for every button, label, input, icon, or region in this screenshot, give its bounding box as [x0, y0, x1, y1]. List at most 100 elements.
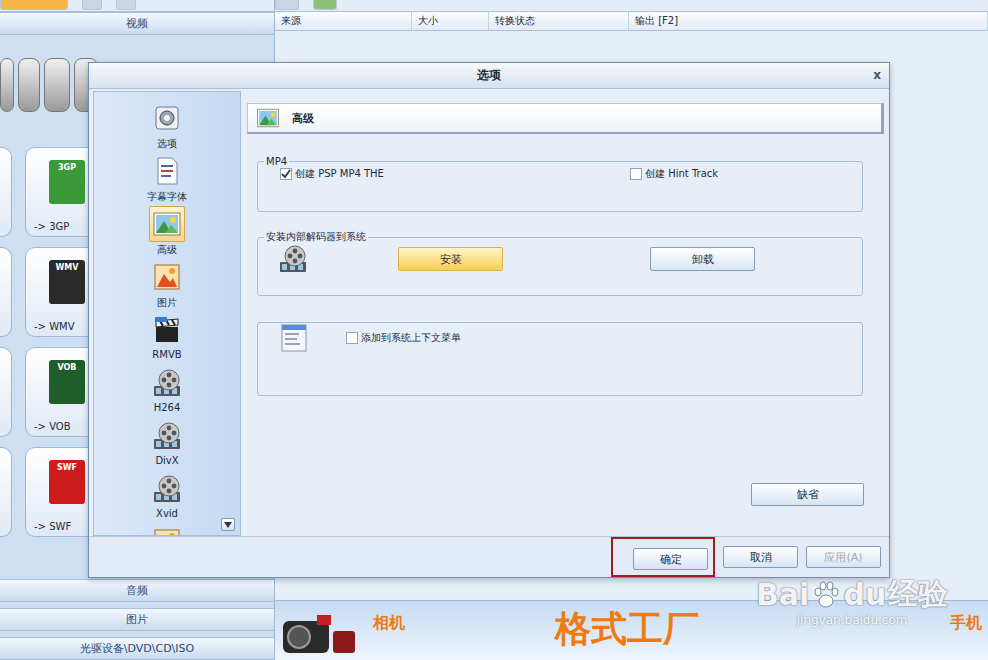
- dialog-title: 选项: [477, 67, 501, 84]
- nav-item[interactable]: 高级: [149, 206, 185, 259]
- options-nav: 选项字幕字体高级图片 RMVB H264 DivX Xvid: [93, 91, 241, 536]
- device-icon[interactable]: [44, 58, 70, 112]
- toolbar-button[interactable]: [0, 0, 68, 10]
- footer-button[interactable]: 取消: [723, 546, 798, 568]
- toolbar-button[interactable]: [313, 0, 337, 10]
- film-reel-icon: [278, 244, 308, 274]
- nav-icon-frame: [149, 471, 185, 507]
- nav-item[interactable]: H264: [149, 365, 185, 418]
- close-button[interactable]: x: [873, 68, 881, 82]
- toolbar-button[interactable]: [275, 0, 299, 10]
- format-tile[interactable]: [0, 147, 12, 237]
- device-icon[interactable]: [18, 58, 40, 112]
- clapper-icon: [152, 315, 182, 345]
- codec-button[interactable]: 安装: [398, 247, 503, 271]
- format-label: -> SWF: [34, 521, 71, 532]
- nav-label: Xvid: [156, 508, 178, 519]
- nav-item[interactable]: [149, 524, 185, 536]
- format-label: -> 3GP: [34, 221, 69, 232]
- options-icon: [152, 103, 182, 133]
- paw-icon: [811, 580, 841, 610]
- mp4-group: MP4创建 PSP MP4 THE创建 Hint Track: [257, 156, 863, 212]
- category-list: 音频图片光驱设备\DVD\CD\ISO: [0, 579, 274, 660]
- nav-item[interactable]: RMVB: [149, 312, 185, 365]
- banner-label: 手机: [950, 607, 982, 634]
- options-dialog: 选项x选项字幕字体高级图片RMVBH264DivXXvid高级MP4创建 PSP…: [88, 62, 890, 578]
- category-header[interactable]: 视频: [0, 12, 274, 35]
- format-icon: 3GP: [49, 160, 85, 204]
- landscape-icon: [256, 106, 280, 130]
- options-panel: 高级MP4创建 PSP MP4 THE创建 Hint Track安装内部解码器到…: [247, 91, 884, 536]
- button-slot: 应用(A): [806, 546, 881, 568]
- format-factory-window: 视频3GP-> 3GPWMV-> WMVVOB-> VOBSWF-> SWF音频…: [0, 0, 988, 660]
- format-icon: SWF: [49, 460, 85, 504]
- dialog-body: 选项字幕字体高级图片RMVBH264DivXXvid高级MP4创建 PSP MP…: [89, 89, 889, 536]
- format-icon: VOB: [49, 360, 85, 404]
- nav-icon-frame: [149, 100, 185, 136]
- mp4-option[interactable]: 创建 PSP MP4 THE: [280, 167, 630, 181]
- default-button[interactable]: 缺省: [751, 483, 864, 506]
- scroll-down-button[interactable]: [221, 518, 235, 531]
- nav-item[interactable]: Xvid: [149, 471, 185, 524]
- film-reel-icon: [152, 368, 182, 398]
- mp4-option[interactable]: 创建 Hint Track: [630, 167, 862, 181]
- format-icon: WMV: [49, 260, 85, 304]
- context-menu-group: 添加到系统上下文菜单: [257, 322, 863, 396]
- nav-icon-frame: [149, 312, 185, 348]
- nav-label: RMVB: [152, 349, 181, 360]
- checkbox[interactable]: [346, 332, 358, 344]
- toolbar-button[interactable]: [116, 0, 136, 10]
- picture-icon: [152, 262, 182, 292]
- column-header[interactable]: 来源: [275, 12, 412, 30]
- nav-item[interactable]: DivX: [149, 418, 185, 471]
- nav-label: 高级: [157, 243, 177, 257]
- footer-button[interactable]: 确定: [633, 548, 708, 570]
- checkbox-label: 添加到系统上下文菜单: [361, 331, 461, 345]
- toolbar: [0, 0, 274, 12]
- nav-icon-frame: [149, 524, 185, 536]
- column-header[interactable]: 输出 [F2]: [629, 12, 988, 30]
- nav-item[interactable]: 图片: [149, 259, 185, 312]
- camera-icon: [279, 607, 359, 657]
- format-label: -> WMV: [34, 321, 75, 332]
- codec-button[interactable]: 卸载: [650, 247, 755, 271]
- toolbar: [275, 0, 988, 12]
- checkbox[interactable]: [280, 168, 292, 180]
- panel-title: 高级: [292, 111, 314, 126]
- group-title: 安装内部解码器到系统: [264, 230, 368, 244]
- nav-item[interactable]: 选项: [149, 100, 185, 153]
- category-header[interactable]: 光驱设备\DVD\CD\ISO: [0, 637, 274, 660]
- dialog-footer: 确定取消应用(A): [89, 536, 889, 577]
- banner-title: 格式工厂: [555, 607, 699, 650]
- category-header[interactable]: 图片: [0, 608, 274, 631]
- button-slot: 取消: [723, 546, 798, 568]
- context-menu-icon: [280, 323, 308, 353]
- film-reel-icon: [152, 474, 182, 504]
- format-tile[interactable]: [0, 447, 12, 537]
- film-reel-icon: [152, 421, 182, 451]
- checkbox-label: 创建 PSP MP4 THE: [295, 167, 384, 181]
- column-header[interactable]: 大小: [412, 12, 489, 30]
- footer-button: 应用(A): [806, 546, 881, 568]
- format-tile[interactable]: [0, 247, 12, 337]
- watermark: Baidu经验jingyan.baidu.com: [756, 574, 948, 627]
- nav-item[interactable]: 字幕字体: [147, 153, 187, 206]
- format-tile[interactable]: [0, 347, 12, 437]
- nav-label: H264: [154, 402, 181, 413]
- nav-label: 图片: [157, 296, 177, 310]
- device-icon[interactable]: [0, 58, 14, 112]
- nav-icon-frame: [149, 365, 185, 401]
- document-icon: [152, 156, 182, 186]
- checkbox[interactable]: [630, 168, 642, 180]
- nav-icon-frame: [149, 153, 185, 189]
- nav-icon-frame: [149, 418, 185, 454]
- codec-group: 安装内部解码器到系统安装 卸载: [257, 230, 863, 296]
- nav-icon-frame: [149, 206, 185, 242]
- file-list-header: 来源大小转换状态输出 [F2]: [275, 12, 988, 31]
- panel-header: 高级: [247, 103, 884, 134]
- nav-label: 字幕字体: [147, 190, 187, 204]
- toolbar-button[interactable]: [82, 0, 102, 10]
- context-menu-option[interactable]: 添加到系统上下文菜单: [346, 331, 461, 345]
- column-header[interactable]: 转换状态: [489, 12, 629, 30]
- category-header[interactable]: 音频: [0, 579, 274, 602]
